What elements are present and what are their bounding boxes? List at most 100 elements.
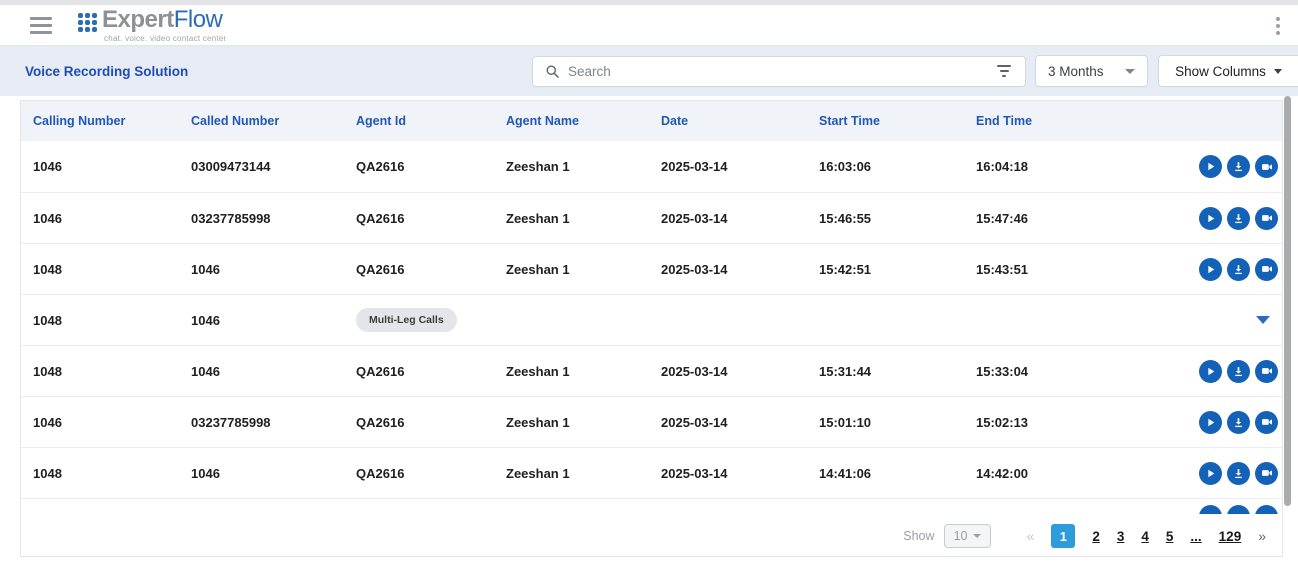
download-button[interactable] [1227, 411, 1250, 434]
download-icon [1232, 467, 1245, 480]
download-button[interactable] [1227, 360, 1250, 383]
play-icon [1204, 467, 1217, 480]
download-icon [1232, 416, 1245, 429]
cell-agent-id: Multi-Leg Calls [356, 308, 506, 332]
table-row: 1046 03009473144 QA2616 Zeeshan 1 2025-0… [21, 141, 1282, 192]
video-button[interactable] [1255, 360, 1278, 383]
page-2-link[interactable]: 2 [1092, 529, 1100, 544]
expertflow-logo: ExpertFlow chat. voice. video contact ce… [78, 8, 227, 43]
page-3-link[interactable]: 3 [1117, 529, 1125, 544]
page-5-link[interactable]: 5 [1166, 529, 1174, 544]
page-1-active[interactable]: 1 [1051, 524, 1075, 548]
video-button[interactable] [1255, 258, 1278, 281]
play-icon [1204, 365, 1217, 378]
cell-date: 2025-03-14 [661, 262, 819, 277]
cell-date: 2025-03-14 [661, 415, 819, 430]
cell-agent-name: Zeeshan 1 [506, 415, 661, 430]
cell-calling-number: 1046 [33, 415, 191, 430]
cell-start-time: 15:01:10 [819, 415, 976, 430]
page-size-select[interactable]: 10 [944, 524, 991, 548]
period-dropdown[interactable]: 3 Months [1035, 55, 1148, 87]
play-button[interactable] [1199, 258, 1222, 281]
play-icon [1204, 416, 1217, 429]
download-icon [1232, 263, 1245, 276]
download-button[interactable] [1227, 258, 1250, 281]
cell-end-time: 15:43:51 [976, 262, 1133, 277]
play-icon [1204, 160, 1217, 173]
video-button[interactable] [1255, 411, 1278, 434]
period-value: 3 Months [1048, 64, 1104, 79]
table-row: 1046 03237785998 QA2616 Zeeshan 1 2025-0… [21, 192, 1282, 243]
search-icon [545, 64, 560, 79]
video-button[interactable] [1255, 207, 1278, 230]
cell-calling-number: 1048 [33, 364, 191, 379]
table-row: 1048 1046 QA2616 Zeeshan 1 2025-03-14 15… [21, 345, 1282, 396]
cell-agent-name: Zeeshan 1 [506, 159, 661, 174]
download-button[interactable] [1227, 207, 1250, 230]
table-row: 1048 1046 QA2616 Zeeshan 1 2025-03-14 14… [21, 447, 1282, 498]
play-button[interactable] [1199, 505, 1222, 514]
app-header: ExpertFlow chat. voice. video contact ce… [0, 5, 1298, 46]
play-button[interactable] [1199, 462, 1222, 485]
table-row-multileg: 1048 1046 Multi-Leg Calls [21, 294, 1282, 345]
page-129-link[interactable]: 129 [1219, 529, 1242, 544]
cell-start-time: 15:31:44 [819, 364, 976, 379]
row-actions [1133, 462, 1282, 485]
cell-agent-name: Zeeshan 1 [506, 364, 661, 379]
download-icon [1232, 212, 1245, 225]
video-button[interactable] [1255, 462, 1278, 485]
vertical-scrollbar[interactable] [1284, 96, 1291, 506]
cell-start-time: 16:03:06 [819, 159, 976, 174]
show-columns-button[interactable]: Show Columns [1158, 55, 1298, 87]
play-button[interactable] [1199, 411, 1222, 434]
download-icon [1232, 365, 1245, 378]
row-actions [1133, 155, 1282, 178]
expand-row-chevron-icon[interactable] [1256, 316, 1270, 324]
cell-calling-number: 1048 [33, 466, 191, 481]
col-agent-name: Agent Name [506, 114, 661, 128]
logo-grid-icon [78, 13, 97, 32]
cell-agent-id: QA2616 [356, 211, 506, 226]
page-4-link[interactable]: 4 [1141, 529, 1149, 544]
chevron-down-icon [1274, 69, 1282, 74]
play-button[interactable] [1199, 155, 1222, 178]
cell-end-time: 15:02:13 [976, 415, 1133, 430]
video-button[interactable] [1255, 505, 1278, 514]
table-row: 1046 03237785998 QA2616 Zeeshan 1 2025-0… [21, 396, 1282, 447]
cell-agent-name: Zeeshan 1 [506, 211, 661, 226]
cell-agent-id: QA2616 [356, 466, 506, 481]
prev-page-arrow[interactable]: « [1027, 528, 1035, 544]
play-button[interactable] [1199, 207, 1222, 230]
download-button[interactable] [1227, 155, 1250, 178]
chevron-down-icon [973, 534, 981, 538]
multi-leg-calls-badge: Multi-Leg Calls [356, 308, 457, 332]
pager: « 1 2 3 4 5 ... 129 » [1027, 524, 1266, 548]
hamburger-menu-icon[interactable] [30, 17, 52, 34]
cell-called-number: 03237785998 [191, 415, 356, 430]
cell-calling-number: 1046 [33, 159, 191, 174]
cell-date: 2025-03-14 [661, 466, 819, 481]
cell-start-time: 14:41:06 [819, 466, 976, 481]
video-camera-icon [1260, 415, 1274, 429]
cell-called-number: 1046 [191, 313, 356, 328]
video-camera-icon [1260, 160, 1274, 174]
cell-end-time: 15:47:46 [976, 211, 1133, 226]
cell-end-time: 14:42:00 [976, 466, 1133, 481]
next-page-arrow[interactable]: » [1258, 528, 1266, 544]
play-button[interactable] [1199, 360, 1222, 383]
cell-agent-id: QA2616 [356, 364, 506, 379]
cell-calling-number: 1046 [33, 211, 191, 226]
page-ellipsis[interactable]: ... [1190, 529, 1201, 544]
play-icon [1204, 212, 1217, 225]
recordings-table: Calling Number Called Number Agent Id Ag… [20, 100, 1283, 557]
video-camera-icon [1260, 211, 1274, 225]
cell-calling-number: 1048 [33, 262, 191, 277]
search-input[interactable] [568, 64, 995, 79]
filter-icon[interactable] [995, 63, 1013, 79]
cell-called-number: 1046 [191, 466, 356, 481]
video-button[interactable] [1255, 155, 1278, 178]
download-button[interactable] [1227, 505, 1250, 514]
cell-agent-id: QA2616 [356, 415, 506, 430]
kebab-menu-icon[interactable] [1274, 15, 1282, 37]
download-button[interactable] [1227, 462, 1250, 485]
